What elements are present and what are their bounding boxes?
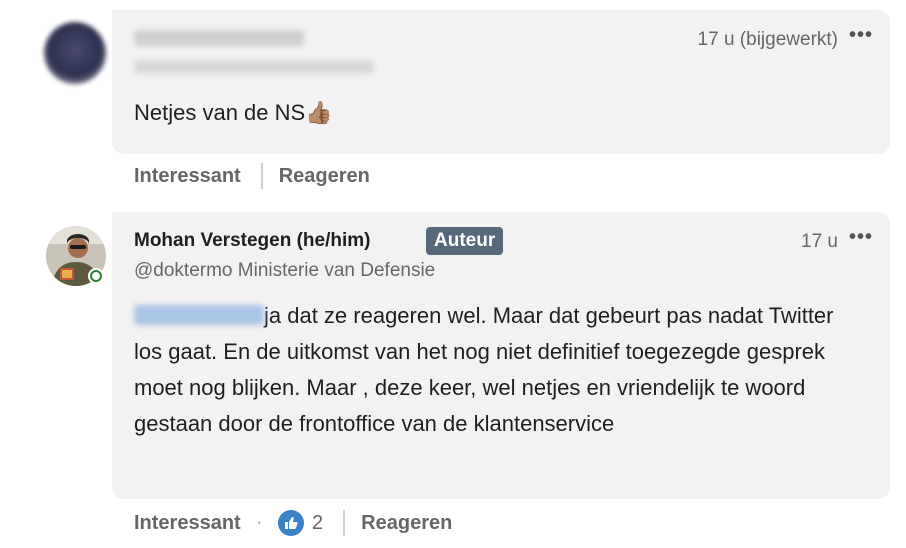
action-divider	[343, 510, 346, 536]
action-separator: ·	[256, 514, 263, 531]
like-reaction-icon[interactable]	[278, 510, 305, 536]
reply-button[interactable]: Reageren	[279, 165, 370, 188]
online-status-icon	[88, 268, 104, 284]
comment-text-body: Netjes van de NS	[134, 100, 306, 125]
comment-actions: Interessant Reageren	[134, 163, 370, 189]
comment-text: Netjes van de NS👍🏽	[134, 100, 333, 126]
like-count[interactable]: 2	[312, 512, 323, 535]
interesting-button[interactable]: Interessant	[134, 165, 241, 188]
author-headline: @doktermo Ministerie van Defensie	[134, 260, 436, 281]
author-name[interactable]: Mohan Verstegen (he/him)	[134, 230, 370, 252]
reply-button[interactable]: Reageren	[361, 512, 452, 535]
action-divider	[260, 163, 263, 189]
interesting-button[interactable]: Interessant	[134, 512, 241, 535]
more-options-icon[interactable]: •••	[849, 226, 873, 249]
mention-redacted[interactable]	[134, 305, 264, 325]
thumbs-up-icon	[285, 517, 298, 529]
commenter-headline-redacted	[134, 60, 374, 74]
author-badge: Auteur	[426, 227, 504, 255]
comment-timestamp: 17 u (bijgewerkt)	[697, 29, 838, 50]
more-options-icon[interactable]: •••	[849, 24, 873, 47]
comment-timestamp: 17 u	[801, 231, 838, 252]
comment-actions: Interessant · 2 Reageren	[134, 509, 452, 537]
commenter-name-redacted[interactable]	[134, 30, 304, 46]
commenter-avatar[interactable]	[44, 22, 106, 84]
thumbs-up-emoji: 👍🏽	[305, 100, 333, 125]
comment-text: ja dat ze reageren wel. Maar dat gebeurt…	[134, 298, 854, 442]
